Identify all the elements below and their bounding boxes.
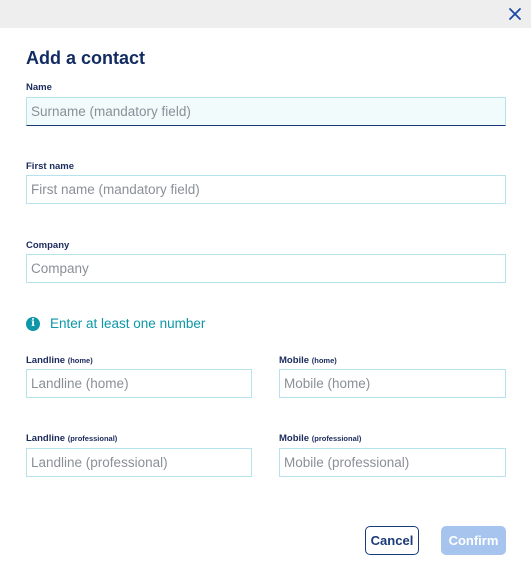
mobile-professional-input[interactable]	[279, 448, 506, 477]
cancel-button[interactable]: Cancel	[365, 526, 419, 555]
landline-professional-label: Landline (professional)	[26, 433, 118, 444]
close-button[interactable]	[505, 4, 525, 24]
dialog-header-bar	[0, 0, 531, 28]
close-icon	[509, 8, 521, 20]
name-label: Name	[26, 82, 52, 93]
mobile-home-label: Mobile (home)	[279, 355, 337, 366]
info-notice: i Enter at least one number	[26, 316, 205, 331]
landline-home-label: Landline (home)	[26, 355, 93, 366]
mobile-home-input[interactable]	[279, 369, 506, 398]
info-text: Enter at least one number	[50, 316, 206, 331]
company-input[interactable]	[26, 254, 506, 283]
mobile-professional-label: Mobile (professional)	[279, 433, 362, 444]
landline-home-input[interactable]	[26, 369, 252, 398]
info-icon: i	[26, 316, 40, 331]
landline-professional-input[interactable]	[26, 448, 252, 477]
dialog-title: Add a contact	[26, 48, 146, 68]
surname-input[interactable]	[26, 97, 506, 126]
first-name-input[interactable]	[26, 175, 506, 204]
company-label: Company	[26, 240, 70, 251]
first-name-label: First name	[26, 161, 75, 172]
confirm-button[interactable]: Confirm	[441, 526, 506, 555]
